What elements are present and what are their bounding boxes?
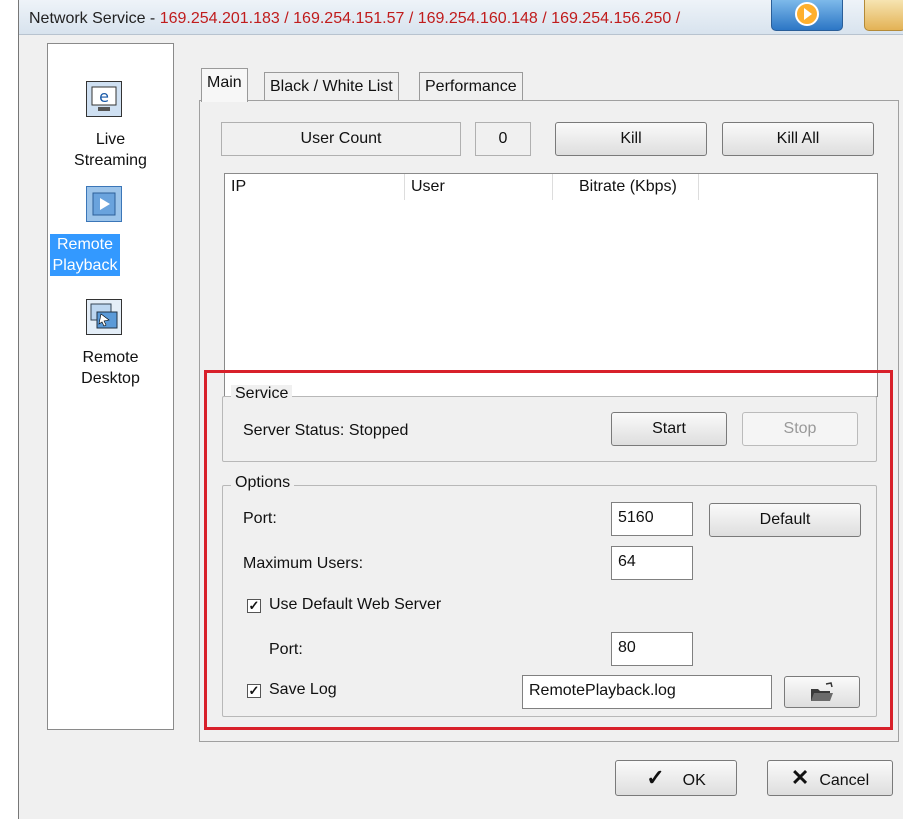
ok-button[interactable]: ✓ OK xyxy=(615,760,737,796)
svg-text:e: e xyxy=(99,87,109,106)
sidebar-item-label-live-line1: Live xyxy=(95,131,126,148)
web-port-input[interactable]: 80 xyxy=(611,632,693,666)
web-port-label: Port: xyxy=(269,641,303,658)
use-default-web-server-checkbox[interactable]: ✓ xyxy=(247,599,261,613)
maximum-users-label: Maximum Users: xyxy=(243,555,364,572)
save-log-label[interactable]: Save Log xyxy=(269,681,337,699)
save-log-checkbox[interactable]: ✓ xyxy=(247,684,261,698)
folder-taskbar-icon[interactable] xyxy=(864,0,903,31)
maximum-users-input[interactable]: 64 xyxy=(611,546,693,580)
network-service-window: Network Service - 169.254.201.183 / 169.… xyxy=(18,0,903,819)
checkmark-icon: ✓ xyxy=(646,765,665,790)
server-status-text: Server Status: Stopped xyxy=(243,422,409,439)
service-group-legend: Service xyxy=(231,385,293,403)
sidebar-item-label-live-line2: Streaming xyxy=(74,152,147,169)
live-streaming-icon: e xyxy=(86,81,122,117)
remote-desktop-icon xyxy=(86,299,122,335)
browse-log-button[interactable] xyxy=(784,676,860,708)
window-title: Network Service - 169.254.201.183 / 169.… xyxy=(29,10,680,28)
port-input[interactable]: 5160 xyxy=(611,502,693,536)
log-file-input[interactable]: RemotePlayback.log xyxy=(522,675,772,709)
title-ip-list: 169.254.201.183 / 169.254.151.57 / 169.2… xyxy=(159,10,681,27)
tab-performance[interactable]: Performance xyxy=(419,72,523,101)
sidebar-item-label-playback-line2: Playback xyxy=(52,257,118,274)
user-count-label: User Count xyxy=(221,122,461,156)
connection-list[interactable]: IP User Bitrate (Kbps) xyxy=(224,173,878,397)
user-count-value: 0 xyxy=(475,122,531,156)
start-button[interactable]: Start xyxy=(611,412,727,446)
options-group-legend: Options xyxy=(231,474,295,492)
stop-button[interactable]: Stop xyxy=(742,412,858,446)
sidebar-item-label-desktop-line1: Remote xyxy=(82,349,139,366)
kill-all-button[interactable]: Kill All xyxy=(722,122,874,156)
remote-playback-icon xyxy=(86,186,122,222)
column-header-ip[interactable]: IP xyxy=(231,174,405,200)
column-header-user[interactable]: User xyxy=(411,174,553,200)
column-header-bitrate[interactable]: Bitrate (Kbps) xyxy=(579,174,699,200)
port-label: Port: xyxy=(243,510,277,527)
sidebar-item-label-desktop-line2: Desktop xyxy=(81,370,140,387)
tab-black-white-list[interactable]: Black / White List xyxy=(264,72,399,101)
title-prefix: Network Service - xyxy=(29,10,160,27)
open-folder-icon xyxy=(811,682,833,701)
tab-main[interactable]: Main xyxy=(201,68,248,102)
default-button[interactable]: Default xyxy=(709,503,861,537)
use-default-web-server-label[interactable]: Use Default Web Server xyxy=(269,596,441,614)
cancel-button-label: Cancel xyxy=(819,772,870,789)
service-sidebar: e Live Streaming Remote Playback Remote … xyxy=(47,43,174,730)
close-icon: ✕ xyxy=(790,765,810,790)
media-player-taskbar-icon[interactable] xyxy=(771,0,843,31)
ok-button-label: OK xyxy=(682,772,706,789)
cancel-button[interactable]: ✕ Cancel xyxy=(767,760,893,796)
sidebar-item-label-playback-line1: Remote xyxy=(56,236,114,253)
kill-button[interactable]: Kill xyxy=(555,122,707,156)
title-bar: Network Service - 169.254.201.183 / 169.… xyxy=(19,0,903,35)
